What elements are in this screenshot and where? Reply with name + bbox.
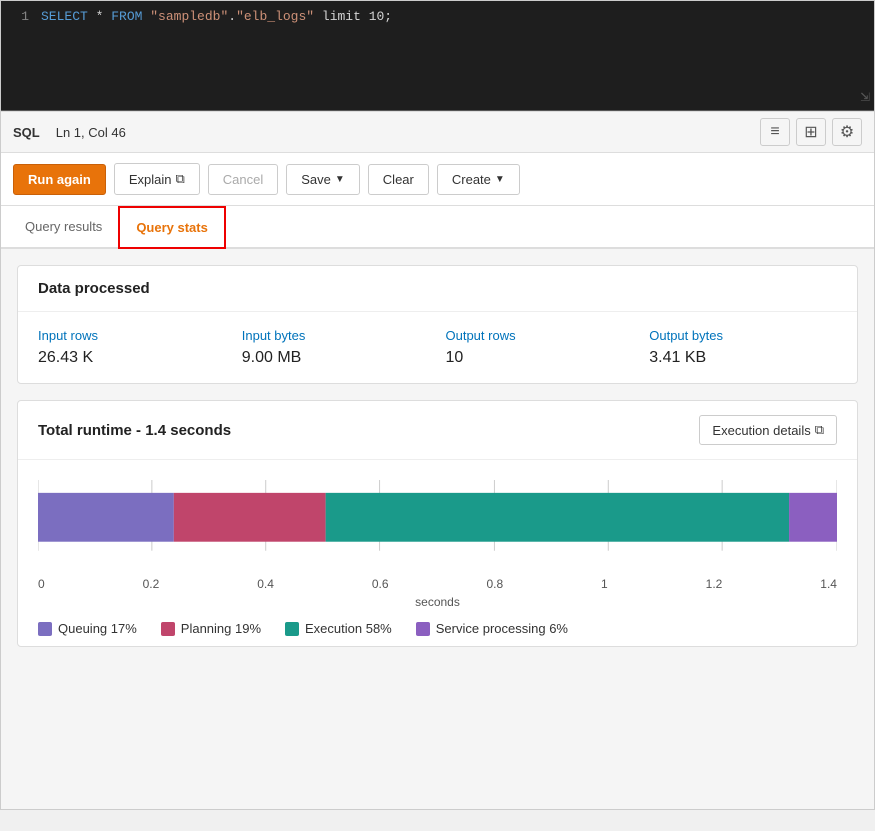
data-processed-title: Data processed	[18, 266, 857, 312]
line-number: 1	[1, 9, 41, 24]
status-bar: SQL Ln 1, Col 46 ≡ ⊞ ⚙	[1, 111, 874, 153]
legend-planning-color	[161, 622, 175, 636]
stat-input-rows: Input rows 26.43 K	[38, 328, 226, 367]
execution-details-external-icon: ⧉	[815, 422, 824, 438]
legend-queuing-color	[38, 622, 52, 636]
legend-execution-color	[285, 622, 299, 636]
create-dropdown-icon: ▼	[495, 174, 505, 185]
code-editor[interactable]: 1 SELECT * FROM "sampledb"."elb_logs" li…	[1, 1, 874, 111]
resize-handle[interactable]: ⇲	[860, 86, 870, 106]
save-dropdown-icon: ▼	[335, 174, 345, 185]
table-icon: ⊞	[804, 122, 817, 142]
main-container: 1 SELECT * FROM "sampledb"."elb_logs" li…	[0, 0, 875, 810]
format-icon-button[interactable]: ≡	[760, 118, 790, 146]
run-again-button[interactable]: Run again	[13, 164, 106, 195]
explain-button[interactable]: Explain ⧉	[114, 163, 200, 195]
stats-grid: Input rows 26.43 K Input bytes 9.00 MB O…	[38, 328, 837, 367]
legend-planning: Planning 19%	[161, 621, 261, 636]
chart-legend: Queuing 17% Planning 19% Execution 58% S…	[38, 621, 837, 636]
settings-icon: ⚙	[840, 122, 854, 142]
execution-details-button[interactable]: Execution details ⧉	[699, 415, 837, 445]
chart-svg	[38, 480, 837, 570]
tab-query-stats[interactable]: Query stats	[118, 206, 226, 249]
save-button[interactable]: Save ▼	[286, 164, 360, 195]
tab-query-results[interactable]: Query results	[9, 206, 118, 247]
cursor-position: Ln 1, Col 46	[56, 125, 126, 140]
x-axis-labels: 0 0.2 0.4 0.6 0.8 1 1.2 1.4	[38, 573, 837, 591]
sql-label: SQL	[13, 125, 40, 140]
legend-service-processing-color	[416, 622, 430, 636]
cancel-button[interactable]: Cancel	[208, 164, 278, 195]
runtime-header: Total runtime - 1.4 seconds Execution de…	[18, 401, 857, 460]
stat-output-rows: Output rows 10	[446, 328, 634, 367]
code-content: SELECT * FROM "sampledb"."elb_logs" limi…	[41, 9, 392, 24]
data-processed-card: Data processed Input rows 26.43 K Input …	[17, 265, 858, 384]
bar-chart: 0 0.2 0.4 0.6 0.8 1 1.2 1.4 seconds	[38, 480, 837, 609]
table-icon-button[interactable]: ⊞	[796, 118, 826, 146]
status-icons: ≡ ⊞ ⚙	[760, 118, 862, 146]
runtime-card: Total runtime - 1.4 seconds Execution de…	[17, 400, 858, 647]
content-area: Data processed Input rows 26.43 K Input …	[1, 249, 874, 809]
clear-button[interactable]: Clear	[368, 164, 429, 195]
tabs-bar: Query results Query stats	[1, 206, 874, 249]
stat-input-bytes: Input bytes 9.00 MB	[242, 328, 430, 367]
toolbar: Run again Explain ⧉ Cancel Save ▼ Clear …	[1, 153, 874, 206]
x-axis-title: seconds	[38, 595, 837, 609]
legend-queuing: Queuing 17%	[38, 621, 137, 636]
legend-execution: Execution 58%	[285, 621, 392, 636]
runtime-title: Total runtime - 1.4 seconds	[38, 422, 231, 439]
legend-service-processing: Service processing 6%	[416, 621, 568, 636]
chart-body: 0 0.2 0.4 0.6 0.8 1 1.2 1.4 seconds	[18, 460, 857, 646]
external-link-icon: ⧉	[175, 171, 184, 187]
settings-icon-button[interactable]: ⚙	[832, 118, 862, 146]
create-button[interactable]: Create ▼	[437, 164, 520, 195]
stat-output-bytes: Output bytes 3.41 KB	[649, 328, 837, 367]
format-icon: ≡	[770, 123, 779, 141]
